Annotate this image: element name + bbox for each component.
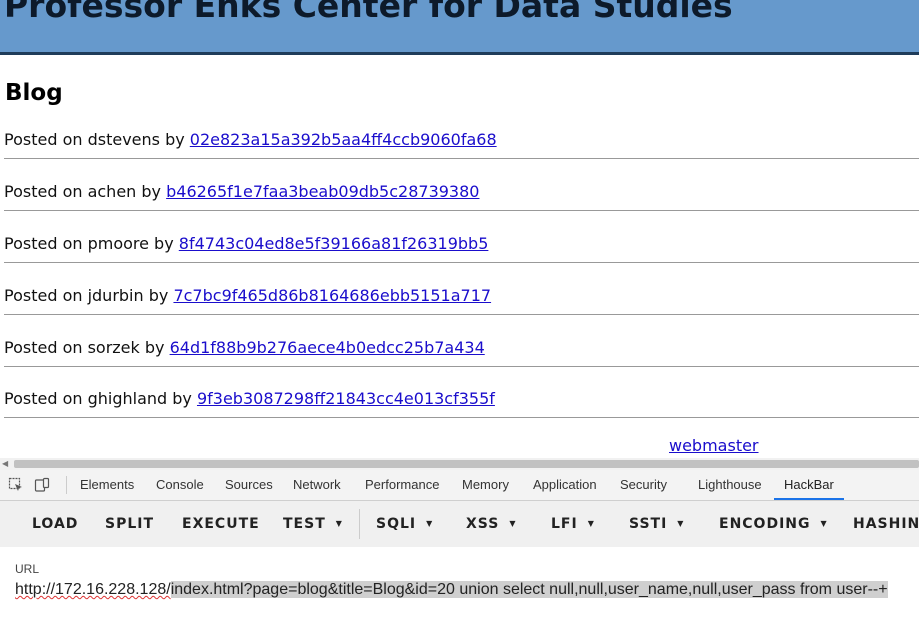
post-author-link[interactable]: 7c7bc9f465d86b8164686ebb5151a717 [173, 286, 491, 305]
post-line: Posted on pmoore by 8f4743c04ed8e5f39166… [4, 234, 488, 253]
post-list: Posted on dstevens by 02e823a15a392b5aa4… [0, 120, 919, 431]
hackbar-toolbar: LOAD SPLIT EXECUTE TEST ▼ SQLI ▼ XSS ▼ LFI ▼… [0, 501, 919, 547]
toolbar-divider [359, 509, 360, 539]
post-author-link[interactable]: 02e823a15a392b5aa4ff4ccb9060fa68 [190, 130, 497, 149]
post-prefix: Posted on pmoore by [4, 234, 174, 253]
web-page: Professor Enks Center for Data Studies B… [0, 0, 919, 461]
encoding-dropdown[interactable]: ENCODING ▼ [719, 501, 828, 547]
caret-down-icon: ▼ [587, 519, 595, 528]
sqli-dropdown[interactable]: SQLI ▼ [376, 501, 433, 547]
execute-button[interactable]: EXECUTE [182, 501, 260, 547]
tab-console[interactable]: Console [156, 470, 204, 500]
inspect-element-icon[interactable] [8, 477, 24, 493]
horizontal-scrollbar[interactable]: ◀ [0, 458, 919, 470]
hashing-dropdown[interactable]: HASHING [853, 501, 919, 547]
post-item: Posted on achen by b46265f1e7faa3beab09d… [0, 172, 919, 224]
tab-lighthouse[interactable]: Lighthouse [698, 470, 762, 500]
post-author-link[interactable]: 64d1f88b9b276aece4b0edcc25b7a434 [170, 338, 485, 357]
post-item: Posted on dstevens by 02e823a15a392b5aa4… [0, 120, 919, 172]
post-item: Posted on pmoore by 8f4743c04ed8e5f39166… [0, 224, 919, 276]
caret-down-icon: ▼ [335, 519, 343, 528]
tab-application[interactable]: Application [533, 470, 597, 500]
tab-hackbar[interactable]: HackBar [774, 470, 844, 500]
post-divider [4, 210, 919, 211]
devtools-panel: Elements Console Sources Network Perform… [0, 470, 919, 617]
tab-elements[interactable]: Elements [80, 470, 134, 500]
post-prefix: Posted on ghighland by [4, 389, 192, 408]
device-toolbar-icon[interactable] [34, 477, 50, 493]
url-textarea[interactable]: http://172.16.228.128/index.html?page=bl… [15, 578, 895, 602]
ssti-dropdown[interactable]: SSTI ▼ [629, 501, 684, 547]
post-line: Posted on jdurbin by 7c7bc9f465d86b81646… [4, 286, 491, 305]
post-item: Posted on jdurbin by 7c7bc9f465d86b81646… [0, 276, 919, 328]
post-item: Posted on sorzek by 64d1f88b9b276aece4b0… [0, 328, 919, 379]
test-dropdown[interactable]: TEST ▼ [283, 501, 343, 547]
webmaster-link[interactable]: webmaster [669, 436, 759, 455]
post-line: Posted on ghighland by 9f3eb3087298ff218… [4, 389, 495, 408]
caret-down-icon: ▼ [509, 519, 517, 528]
post-divider [4, 366, 919, 367]
post-author-link[interactable]: 8f4743c04ed8e5f39166a81f26319bb5 [179, 234, 489, 253]
url-selected-text: index.html?page=blog&title=Blog&id=20 un… [170, 581, 888, 598]
tab-network[interactable]: Network [293, 470, 341, 500]
tab-performance[interactable]: Performance [365, 470, 439, 500]
lfi-dropdown[interactable]: LFI ▼ [551, 501, 595, 547]
post-prefix: Posted on achen by [4, 182, 162, 201]
site-banner: Professor Enks Center for Data Studies [0, 0, 919, 55]
split-button[interactable]: SPLIT [105, 501, 154, 547]
post-divider [4, 262, 919, 263]
post-prefix: Posted on sorzek by [4, 338, 165, 357]
page-heading: Blog [5, 80, 63, 106]
caret-down-icon: ▼ [677, 519, 685, 528]
tab-sources[interactable]: Sources [225, 470, 273, 500]
url-host-text: http://172.16.228.128/ [15, 581, 171, 598]
post-line: Posted on sorzek by 64d1f88b9b276aece4b0… [4, 338, 485, 357]
tab-security[interactable]: Security [620, 470, 667, 500]
post-line: Posted on achen by b46265f1e7faa3beab09d… [4, 182, 479, 201]
load-button[interactable]: LOAD [32, 501, 78, 547]
post-prefix: Posted on jdurbin by [4, 286, 169, 305]
post-divider [4, 314, 919, 315]
post-item: Posted on ghighland by 9f3eb3087298ff218… [0, 379, 919, 431]
tab-memory[interactable]: Memory [462, 470, 509, 500]
url-label: URL [15, 562, 40, 576]
scroll-left-arrow-icon[interactable]: ◀ [2, 458, 8, 470]
caret-down-icon: ▼ [820, 519, 828, 528]
post-line: Posted on dstevens by 02e823a15a392b5aa4… [4, 130, 497, 149]
tab-separator [66, 476, 67, 494]
post-divider [4, 417, 919, 418]
site-title: Professor Enks Center for Data Studies [4, 0, 733, 25]
scrollbar-thumb[interactable] [14, 460, 919, 468]
xss-dropdown[interactable]: XSS ▼ [466, 501, 517, 547]
post-author-link[interactable]: b46265f1e7faa3beab09db5c28739380 [166, 182, 479, 201]
caret-down-icon: ▼ [426, 519, 434, 528]
post-author-link[interactable]: 9f3eb3087298ff21843cc4e013cf355f [197, 389, 495, 408]
post-prefix: Posted on dstevens by [4, 130, 185, 149]
devtools-tab-bar: Elements Console Sources Network Perform… [0, 470, 919, 501]
post-divider [4, 158, 919, 159]
